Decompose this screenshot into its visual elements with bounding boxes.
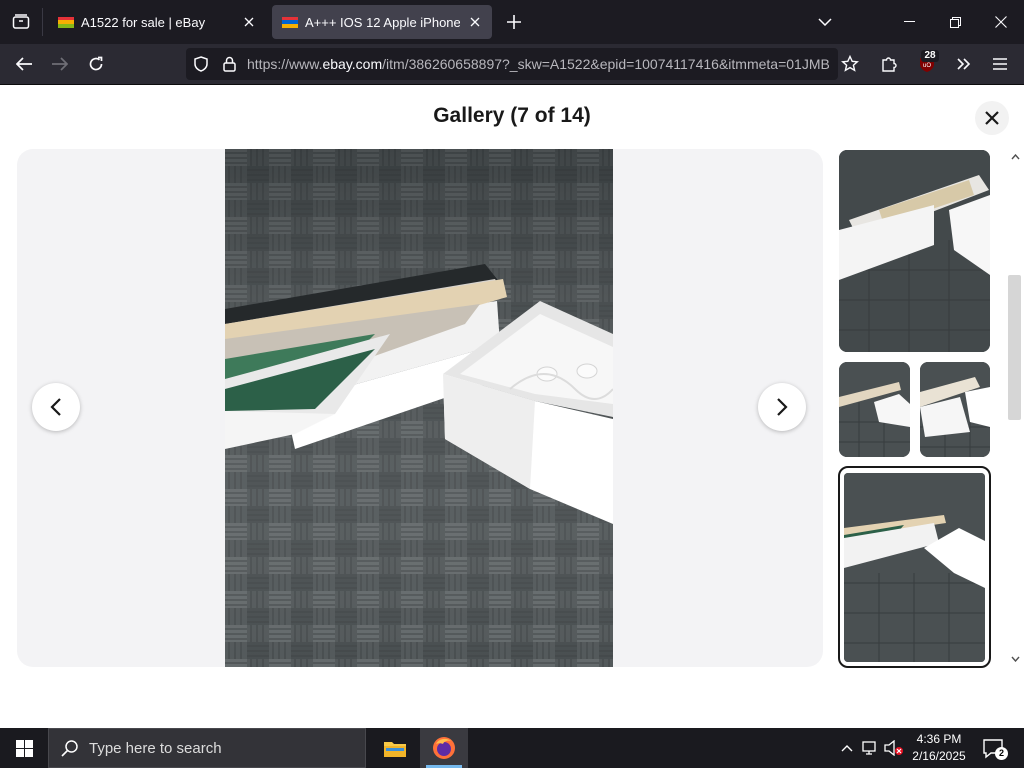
chevron-double-right-icon[interactable] xyxy=(948,48,980,80)
restore-icon[interactable] xyxy=(932,0,978,44)
gallery-thumbnail[interactable] xyxy=(839,150,990,352)
minimize-icon[interactable] xyxy=(886,0,932,44)
star-icon[interactable] xyxy=(834,48,866,80)
chevron-left-icon[interactable] xyxy=(32,383,80,431)
clock-time: 4:36 PM xyxy=(916,732,962,746)
main-product-photo[interactable] xyxy=(225,149,613,667)
network-icon[interactable] xyxy=(861,738,881,758)
scroll-up-arrow-icon[interactable] xyxy=(1008,150,1022,164)
firefox-icon[interactable] xyxy=(420,728,468,768)
gallery-title: Gallery (7 of 14) xyxy=(433,104,591,127)
clock-date: 2/16/2025 xyxy=(912,749,966,763)
tracking-protection-shield-icon[interactable] xyxy=(192,55,210,73)
system-clock[interactable]: 4:36 PM 2/16/2025 xyxy=(906,731,972,765)
arrow-right-icon[interactable] xyxy=(44,48,76,80)
scrollbar-thumb[interactable] xyxy=(1008,275,1021,420)
tab-title: A1522 for sale | eBay xyxy=(81,14,206,30)
tab-title: A+++ IOS 12 Apple iPhone 6 + xyxy=(305,14,460,30)
close-icon[interactable] xyxy=(975,101,1009,135)
extension-count-badge: 28 xyxy=(921,50,939,62)
url-bar[interactable]: https://www.ebay.com/itm/386260658897?_s… xyxy=(186,48,838,80)
tab-separator xyxy=(42,8,43,36)
file-explorer-icon[interactable] xyxy=(371,728,419,768)
notification-count-badge: 2 xyxy=(995,747,1008,760)
chevron-right-icon[interactable] xyxy=(758,383,806,431)
main-image-viewer xyxy=(17,149,823,667)
ebay-favicon xyxy=(58,16,74,28)
close-tab-icon[interactable] xyxy=(240,13,258,31)
tab-iphone-6-listing[interactable]: A+++ IOS 12 Apple iPhone 6 + xyxy=(272,5,492,39)
url-prefix: https://www. xyxy=(247,56,323,72)
scroll-down-arrow-icon[interactable] xyxy=(1008,652,1022,666)
lock-icon[interactable] xyxy=(220,55,238,73)
new-tab-plus-icon[interactable] xyxy=(500,8,528,36)
url-text[interactable]: https://www.ebay.com/itm/386260658897?_s… xyxy=(247,56,829,72)
navigation-toolbar: https://www.ebay.com/itm/386260658897?_s… xyxy=(0,44,1024,85)
tab-a1522-for-sale[interactable]: A1522 for sale | eBay xyxy=(48,5,266,39)
taskbar-search-input[interactable]: Type here to search xyxy=(48,728,366,768)
search-placeholder: Type here to search xyxy=(89,739,222,757)
gallery-thumbnail[interactable] xyxy=(839,362,910,457)
hamburger-menu-icon[interactable] xyxy=(984,48,1016,80)
chevron-up-icon[interactable] xyxy=(837,738,857,758)
gallery-thumbnail-selected[interactable] xyxy=(844,473,985,662)
gallery-thumbnail[interactable] xyxy=(920,362,990,457)
ebay-favicon xyxy=(282,16,298,28)
url-host: ebay.com xyxy=(322,56,383,72)
tab-list-icon[interactable] xyxy=(0,0,42,44)
arrow-left-icon[interactable] xyxy=(8,48,40,80)
windows-start-icon[interactable] xyxy=(0,728,48,768)
close-window-icon[interactable] xyxy=(978,0,1024,44)
close-tab-icon[interactable] xyxy=(466,13,484,31)
svg-text:uO: uO xyxy=(923,63,931,69)
puzzle-icon[interactable] xyxy=(873,48,905,80)
url-path: /itm/386260658897?_skw=A1522&epid=100741… xyxy=(382,56,829,72)
tab-strip: A1522 for sale | eBay A+++ IOS 12 Apple … xyxy=(0,0,1024,44)
windows-taskbar: Type here to search 4:36 PM 2/16/2025 2 xyxy=(0,728,1024,768)
search-icon xyxy=(61,739,79,757)
list-all-tabs-chevron-icon[interactable] xyxy=(802,0,848,44)
speaker-muted-icon[interactable] xyxy=(884,738,904,758)
reload-icon[interactable] xyxy=(80,48,112,80)
